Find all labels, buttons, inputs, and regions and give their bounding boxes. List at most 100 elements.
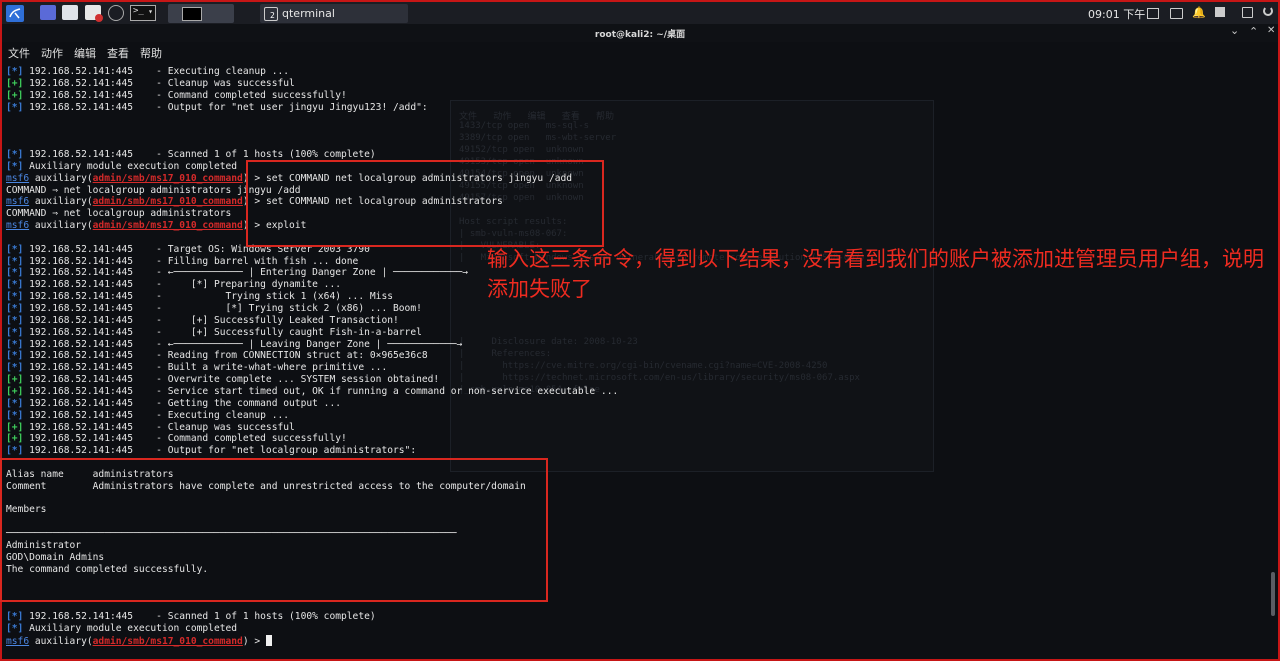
line-text: 192.168.52.141:445 - ←──────────── | Lea…	[29, 338, 463, 350]
status-success-tag: [+]	[6, 89, 24, 101]
status-info-tag: [*]	[6, 243, 24, 255]
menu-edit[interactable]: 编辑	[74, 45, 96, 61]
ghost-line: 49152/tcp open unknown	[459, 145, 584, 155]
terminal-cursor	[265, 634, 272, 646]
notification-bell-icon[interactable]: 🔔	[1192, 6, 1206, 19]
line-text: 192.168.52.141:445 - Reading from CONNEC…	[29, 350, 428, 362]
window-list-icon[interactable]	[1147, 8, 1159, 19]
status-info-tag: [*]	[6, 267, 24, 279]
prompt-msf6: msf6	[6, 196, 30, 208]
task-badge: 2	[270, 11, 275, 20]
status-info-tag: [*]	[6, 445, 24, 457]
menu-file[interactable]: 文件	[8, 45, 30, 61]
line-text: 192.168.52.141:445 - [+] Successfully Le…	[29, 314, 399, 326]
kali-menu-icon[interactable]	[6, 5, 24, 22]
menu-view[interactable]: 查看	[107, 45, 129, 61]
terminal-line: [*] 192.168.52.141:445 - Trying stick 1 …	[6, 291, 393, 303]
power-icon[interactable]	[1263, 6, 1273, 16]
clock[interactable]: 09:01 下午	[1088, 6, 1145, 22]
maximize-icon[interactable]: ⌃	[1249, 25, 1258, 38]
file-manager-icon[interactable]	[62, 5, 78, 20]
taskbar: >_ ▾ 2 qterminal 09:01 下午 🔔	[0, 0, 1280, 24]
status-info-tag: [*]	[6, 148, 24, 160]
status-info-tag: [*]	[6, 338, 24, 350]
ghost-line: | https://cve.mitre.org/cgi-bin/cvename.…	[459, 361, 828, 371]
terminal-line: [*] 192.168.52.141:445 - [*] Preparing d…	[6, 279, 341, 291]
status-info-tag: [*]	[6, 66, 24, 77]
terminal-launcher-icon[interactable]: >_ ▾	[130, 5, 156, 21]
window-titlebar[interactable]: root@kali2: ~/桌面 ⌄ ⌃ ✕	[0, 24, 1280, 42]
terminal-line: [*] 192.168.52.141:445 - [+] Successfull…	[6, 327, 422, 339]
status-success-tag: [+]	[6, 374, 24, 386]
network-icon[interactable]	[1215, 7, 1225, 17]
display-icon[interactable]	[1170, 8, 1183, 19]
status-success-tag: [+]	[6, 421, 24, 433]
line-text: 192.168.52.141:445 - Trying stick 1 (x64…	[29, 291, 393, 303]
status-info-tag: [*]	[6, 362, 24, 374]
terminal-line: COMMAND ⇒ net localgroup administrators	[6, 208, 231, 220]
status-success-tag: [+]	[6, 77, 24, 89]
ghost-line: 3389/tcp open ms-wbt-server	[459, 133, 617, 143]
line-text: 192.168.52.141:445 - Service start timed…	[29, 385, 619, 397]
task-qterminal[interactable]: 2 qterminal	[260, 4, 408, 23]
terminal-line: [*] 192.168.52.141:445 - Filling barrel …	[6, 256, 358, 268]
terminal-line: [*] 192.168.52.141:445 - ←──────────── |…	[6, 339, 462, 351]
line-text: 192.168.52.141:445 - Getting the command…	[29, 397, 342, 409]
line-text: 192.168.52.141:445 - Built a write-what-…	[29, 362, 388, 374]
terminal-line: [+] 192.168.52.141:445 - Cleanup was suc…	[6, 422, 295, 434]
terminal-line: [+] 192.168.52.141:445 - Command complet…	[6, 90, 347, 102]
terminal-line: [+] 192.168.52.141:445 - Service start t…	[6, 386, 618, 398]
prompt-module: admin/smb/ms17_010_command	[92, 172, 243, 184]
lock-icon[interactable]	[1242, 7, 1253, 18]
status-info-tag: [*]	[6, 255, 24, 267]
line-text: 192.168.52.141:445 - Overwrite complete …	[29, 374, 440, 386]
status-info-tag: [*]	[6, 622, 24, 634]
status-info-tag: [*]	[6, 409, 24, 421]
annotation-text: 输入这三条命令，得到以下结果，没有看到我们的账户被添加进管理员用户组，说明添加失…	[487, 247, 1264, 301]
window-title: root@kali2: ~/桌面	[594, 30, 686, 40]
prompt-msf6: msf6	[6, 172, 30, 184]
line-text: 192.168.52.141:445 - [*] Preparing dynam…	[29, 279, 342, 291]
line-text: 192.168.52.141:445 - ←──────────── | Ent…	[29, 267, 469, 279]
prompt-module: admin/smb/ms17_010_command	[92, 220, 243, 232]
status-info-tag: [*]	[6, 101, 24, 113]
minimize-icon[interactable]: ⌄	[1230, 24, 1239, 37]
terminal-line: [*] 192.168.52.141:445 - Getting the com…	[6, 398, 341, 410]
menu-help[interactable]: 帮助	[140, 45, 162, 61]
terminal-line: msf6 auxiliary(admin/smb/ms17_010_comman…	[6, 634, 272, 647]
status-info-tag: [*]	[6, 303, 24, 314]
status-info-tag: [*]	[6, 279, 24, 291]
terminal-line: [*] 192.168.52.141:445 - Output for "net…	[6, 445, 416, 457]
task-terminal-active[interactable]	[168, 4, 234, 23]
status-info-tag: [*]	[6, 350, 24, 362]
terminal-line: [*] 192.168.52.141:445 - [+] Successfull…	[6, 315, 399, 327]
output-highlight-box	[0, 458, 548, 602]
terminal-line: [*] Auxiliary module execution completed	[6, 161, 237, 173]
line-text: 192.168.52.141:445 - Command completed s…	[29, 89, 347, 101]
line-text: 192.168.52.141:445 - Filling barrel with…	[29, 255, 359, 267]
line-text: 192.168.52.141:445 - Command completed s…	[29, 433, 347, 445]
line-text: 192.168.52.141:445 - Executing cleanup .…	[29, 66, 290, 77]
terminal-scrollbar[interactable]	[1271, 572, 1275, 616]
terminal-line: [*] 192.168.52.141:445 - Scanned 1 of 1 …	[6, 611, 376, 623]
show-desktop-icon[interactable]	[40, 5, 56, 20]
browser-icon[interactable]	[108, 5, 124, 21]
ghost-line: | References:	[459, 349, 552, 359]
line-text: 192.168.52.141:445 - [+] Successfully ca…	[29, 326, 422, 338]
status-info-tag: [*]	[6, 611, 24, 623]
terminal-line: [*] 192.168.52.141:445 - Reading from CO…	[6, 350, 428, 362]
task-title: qterminal	[282, 7, 335, 20]
terminal-line: [*] 192.168.52.141:445 - Output for "net…	[6, 102, 428, 114]
prompt-msf6: msf6	[6, 635, 30, 647]
terminal-line: [+] 192.168.52.141:445 - Cleanup was suc…	[6, 78, 295, 90]
status-success-tag: [+]	[6, 433, 24, 445]
ghost-line: | Disclosure date: 2008-10-23	[459, 337, 638, 347]
close-icon[interactable]: ✕	[1267, 25, 1275, 36]
status-success-tag: [+]	[6, 385, 24, 397]
menu-action[interactable]: 动作	[41, 45, 63, 61]
terminal-line: [*] Auxiliary module execution completed	[6, 623, 237, 635]
text-editor-icon[interactable]	[85, 5, 103, 22]
ghost-line: 1433/tcp open ms-sql-s	[459, 121, 590, 131]
line-text: Auxiliary module execution completed	[29, 622, 238, 634]
prompt-module: admin/smb/ms17_010_command	[92, 635, 243, 647]
